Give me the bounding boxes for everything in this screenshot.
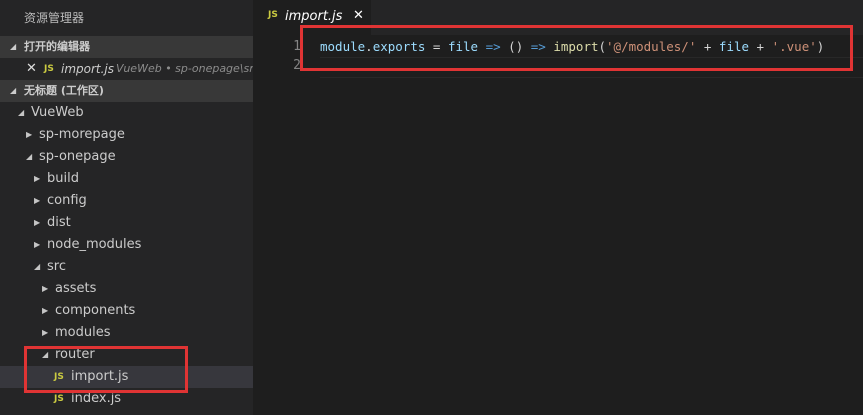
folder-item[interactable]: ▶ config <box>0 190 253 212</box>
explorer-title: 资源管理器 <box>24 11 85 25</box>
workspace-header[interactable]: ◢ 无标题 (工作区) <box>0 80 253 102</box>
folder-item[interactable]: ▶ assets <box>0 278 253 300</box>
folder-label: sp-onepage <box>39 149 116 164</box>
folder-item[interactable]: ▶ modules <box>0 322 253 344</box>
folder-label: modules <box>55 325 111 340</box>
chevron-down-icon[interactable]: ◢ <box>26 146 32 168</box>
folder-label: build <box>47 171 79 186</box>
folder-item[interactable]: ▶ node_modules <box>0 234 253 256</box>
open-editor-item[interactable]: ✕ JS import.js VueWeb • sp-onepage\sr... <box>0 58 253 80</box>
open-editors-header[interactable]: ◢ 打开的编辑器 <box>0 36 253 58</box>
chevron-right-icon[interactable]: ▶ <box>42 322 48 344</box>
folder-label: components <box>55 303 136 318</box>
folder-label: node_modules <box>47 237 142 252</box>
close-icon[interactable]: ✕ <box>353 8 364 23</box>
chevron-down-icon: ◢ <box>10 42 17 51</box>
open-editor-path: VueWeb • sp-onepage\sr... <box>116 62 253 75</box>
folder-item[interactable]: ▶ components <box>0 300 253 322</box>
open-editor-name: import.js <box>61 62 115 76</box>
folder-item[interactable]: ▶ sp-morepage <box>0 124 253 146</box>
close-icon[interactable]: ✕ <box>26 58 37 80</box>
folder-item[interactable]: ▶ build <box>0 168 253 190</box>
folder-item[interactable]: ◢ src <box>0 256 253 278</box>
workspace-label: 无标题 (工作区) <box>24 84 104 97</box>
chevron-right-icon[interactable]: ▶ <box>34 234 40 256</box>
chevron-down-icon: ◢ <box>10 86 17 95</box>
line-number: 1 <box>293 39 301 54</box>
folder-label: src <box>47 259 66 274</box>
folder-label: VueWeb <box>31 105 84 120</box>
chevron-right-icon[interactable]: ▶ <box>26 124 32 146</box>
highlight-box-router <box>24 346 188 393</box>
chevron-down-icon[interactable]: ◢ <box>18 102 24 124</box>
chevron-right-icon[interactable]: ▶ <box>34 168 40 190</box>
folder-item[interactable]: ◢ sp-onepage <box>0 146 253 168</box>
folder-label: sp-morepage <box>39 127 125 142</box>
js-file-icon: JS <box>44 64 54 74</box>
folder-item[interactable]: ▶ dist <box>0 212 253 234</box>
folder-item[interactable]: ◢ VueWeb <box>0 102 253 124</box>
folder-label: assets <box>55 281 97 296</box>
line-number: 2 <box>293 58 301 73</box>
folder-label: dist <box>47 215 71 230</box>
chevron-right-icon[interactable]: ▶ <box>42 300 48 322</box>
chevron-right-icon[interactable]: ▶ <box>42 278 48 300</box>
tab-label: import.js <box>285 9 343 24</box>
highlight-box-code <box>300 25 853 71</box>
open-editors-label: 打开的编辑器 <box>24 40 90 53</box>
chevron-right-icon[interactable]: ▶ <box>34 212 40 234</box>
js-file-icon: JS <box>268 10 278 20</box>
chevron-down-icon[interactable]: ◢ <box>34 256 40 278</box>
chevron-right-icon[interactable]: ▶ <box>34 190 40 212</box>
folder-label: config <box>47 193 87 208</box>
